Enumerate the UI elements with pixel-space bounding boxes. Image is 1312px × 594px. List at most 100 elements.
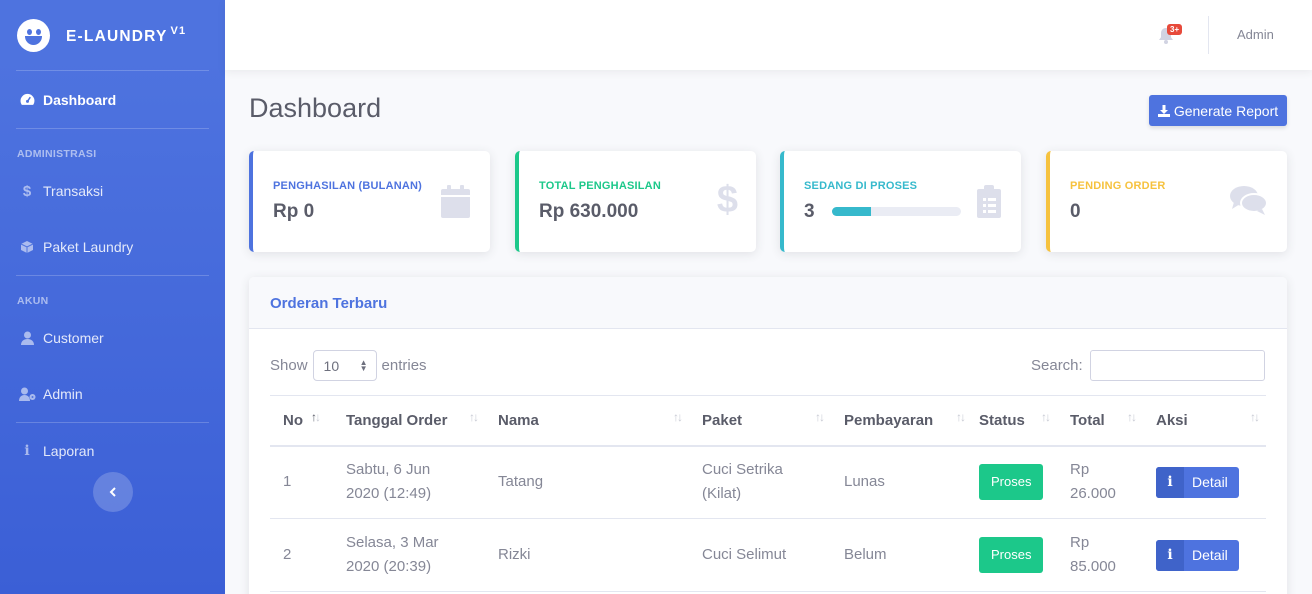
brand[interactable]: E-LAUNDRY V1 (0, 0, 225, 70)
sort-icon: ↑↓ (469, 410, 479, 424)
sort-icon: ↑↓ (1127, 410, 1137, 424)
entries-control: Show 10 ▲ ▼ entries (270, 350, 427, 381)
notification-badge: 3+ (1167, 24, 1183, 35)
search-input[interactable] (1089, 350, 1265, 381)
sort-icon: ↑↓ (815, 410, 825, 424)
cell-status: Proses (966, 445, 1057, 519)
col-aksi[interactable]: Aksi ↑↓ (1143, 395, 1266, 447)
show-label: Show (270, 357, 308, 374)
col-tanggal-order[interactable]: Tanggal Order ↑↓ (333, 395, 485, 447)
cell-tanggal: Sabtu, 6 Jun 2020 (12:49) (333, 445, 485, 519)
table-row: 1 Sabtu, 6 Jun 2020 (12:49) Tatang Cuci … (270, 445, 1266, 519)
panel-title: Orderan Terbaru (249, 277, 1287, 329)
cell-status: Proses (966, 518, 1057, 592)
col-no[interactable]: No ↑↓ (270, 395, 333, 447)
col-nama[interactable]: Nama ↑↓ (485, 395, 689, 447)
card-value: 3 (804, 201, 815, 222)
cell-pembayaran: Lunas (831, 445, 966, 519)
cell-nama: Tatang (485, 445, 689, 519)
sidebar-item-dashboard[interactable]: Dashboard (0, 71, 225, 128)
generate-report-button[interactable]: Generate Report (1149, 95, 1287, 126)
sidebar-item-label: Laporan (43, 443, 95, 459)
calendar-icon (441, 185, 470, 218)
search-control: Search: (1031, 350, 1265, 381)
search-label: Search: (1031, 357, 1083, 374)
topbar-divider (1208, 16, 1209, 54)
sidebar-item-label: Admin (43, 386, 83, 402)
cell-tanggal: Selasa, 3 Mar 2020 (20:39) (333, 518, 485, 592)
col-total[interactable]: Total ↑↓ (1057, 395, 1143, 447)
user-cog-icon (18, 386, 36, 402)
card-label: PENGHASILAN (BULANAN) (273, 180, 423, 192)
progress-fill (832, 207, 871, 216)
orders-table: No ↑↓ Tanggal Order ↑↓ Nama ↑↓ Paket ↑↓ Pemb… (270, 395, 1266, 592)
generate-report-label: Generate Report (1173, 102, 1279, 119)
card-value: 0 (1070, 201, 1081, 222)
detail-label: Detail (1192, 547, 1228, 563)
select-arrows-icon: ▲ ▼ (359, 358, 368, 373)
info-icon: i (1156, 466, 1184, 498)
sidebar-item-laporan[interactable]: i Laporan (0, 423, 225, 479)
info-icon: i (1156, 539, 1184, 571)
card-label: PENDING ORDER (1070, 180, 1166, 192)
smiley-logo-icon (17, 18, 50, 52)
cell-paket: Cuci Setrika (Kilat) (689, 445, 831, 519)
sidebar-heading-akun: AKUN (17, 295, 49, 307)
info-icon: i (24, 443, 30, 459)
sidebar-item-transaksi[interactable]: $ Transaksi (0, 163, 225, 219)
detail-button[interactable]: i Detail (1156, 539, 1239, 571)
brand-name: E-LAUNDRY V1 (66, 24, 187, 45)
sidebar-item-label: Paket Laundry (43, 239, 134, 255)
detail-button[interactable]: i Detail (1156, 466, 1239, 498)
sidebar-item-customer[interactable]: Customer (0, 310, 225, 366)
page-title: Dashboard (249, 93, 382, 123)
user-menu[interactable]: Admin (1237, 27, 1274, 42)
entries-label: entries (381, 357, 427, 374)
card-pending-order: PENDING ORDER 0 (1046, 151, 1287, 252)
sort-icon: ↑↓ (1250, 410, 1260, 424)
table-header-row: No ↑↓ Tanggal Order ↑↓ Nama ↑↓ Paket ↑↓ Pemb… (270, 395, 1266, 447)
card-penghasilan-bulanan: PENGHASILAN (BULANAN) Rp 0 (249, 151, 490, 252)
sort-icon: ↑↓ (673, 410, 683, 424)
col-status[interactable]: Status ↑↓ (966, 395, 1057, 447)
sidebar-item-label: Transaksi (43, 183, 104, 199)
progress-bar (832, 207, 961, 216)
comments-icon (1230, 186, 1267, 215)
sort-icon: ↑↓ (956, 410, 966, 424)
sidebar-item-label: Dashboard (43, 91, 117, 108)
cell-total: Rp 26.000 (1057, 445, 1143, 519)
sort-asc-icon: ↑↓ (311, 410, 321, 424)
sidebar-item-admin[interactable]: Admin (0, 366, 225, 422)
card-value: Rp 630.000 (539, 201, 639, 222)
card-label: SEDANG DI PROSES (804, 180, 918, 192)
sort-icon: ↑↓ (1041, 410, 1051, 424)
sidebar-heading-administrasi: ADMINISTRASI (17, 148, 97, 160)
cell-aksi: i Detail (1143, 518, 1266, 592)
status-badge[interactable]: Proses (979, 537, 1044, 573)
chevron-left-icon (109, 487, 116, 497)
sidebar-item-label: Customer (43, 330, 104, 346)
sidebar-item-paket-laundry[interactable]: Paket Laundry (0, 219, 225, 275)
card-label: TOTAL PENGHASILAN (539, 180, 661, 192)
user-icon (18, 330, 36, 346)
detail-label: Detail (1192, 474, 1228, 491)
cell-total: Rp 85.000 (1057, 518, 1143, 592)
card-value: Rp 0 (273, 201, 315, 222)
dollar-icon: $ (716, 179, 738, 221)
entries-select[interactable]: 10 ▲ ▼ (312, 350, 377, 381)
dollar-icon: $ (22, 182, 32, 200)
col-paket[interactable]: Paket ↑↓ (689, 395, 831, 447)
cell-pembayaran: Belum (831, 518, 966, 592)
tachometer-icon (18, 92, 36, 108)
cell-aksi: i Detail (1143, 445, 1266, 519)
sidebar-toggle-button[interactable] (93, 472, 133, 512)
col-pembayaran[interactable]: Pembayaran ↑↓ (831, 395, 966, 447)
table-row: 2 Selasa, 3 Mar 2020 (20:39) Rizki Cuci … (270, 518, 1266, 592)
sidebar: E-LAUNDRY V1 Dashboard ADMINISTRASI $ Tra… (0, 0, 225, 594)
cell-no: 1 (270, 445, 333, 519)
topbar: 3+ Admin (225, 0, 1312, 70)
download-icon (1157, 104, 1170, 117)
status-badge[interactable]: Proses (979, 464, 1044, 501)
entries-value: 10 (323, 357, 340, 374)
cell-no: 2 (270, 518, 333, 592)
